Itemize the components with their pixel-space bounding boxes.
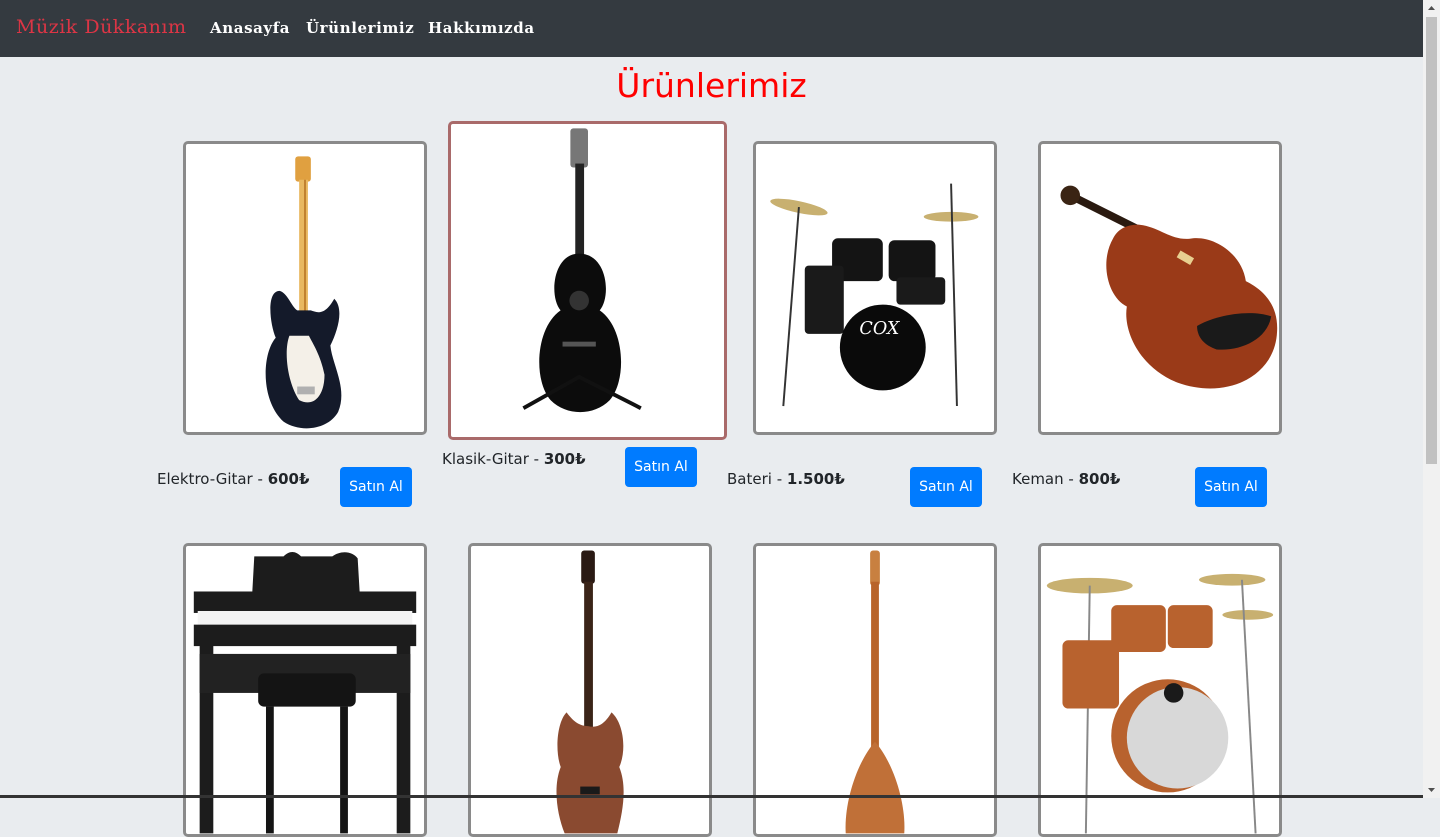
electric-guitar-image [265,156,342,429]
page-title: Ürünlerimiz [616,66,807,105]
maple-drum-set-image [1046,573,1274,834]
buy-button-drum-set[interactable]: Satın Al [910,467,982,507]
product-name-electric-guitar: Elektro-Gitar - 600₺ [157,470,310,488]
nav-link-about[interactable]: Hakkımızda [428,19,535,37]
scroll-down-arrow-icon[interactable] [1423,781,1440,798]
nav-link-products[interactable]: Ürünlerimiz [306,19,414,37]
navbar: Müzik Dükkanım Anasayfa Ürünlerimiz Hakk… [0,0,1423,57]
drum-set-image: COX [770,183,979,407]
product-name-drum-set: Bateri - 1.500₺ [727,470,845,488]
product-image-electric-guitar [183,141,427,435]
product-image-classical-guitar [448,121,727,440]
product-image-baglama [753,543,997,837]
violin-image [1060,185,1278,389]
product-image-maple-drum-set [1038,543,1282,837]
buy-button-classical-guitar[interactable]: Satın Al [625,447,697,487]
product-image-drum-set: COX [753,141,997,435]
scroll-up-arrow-icon[interactable] [1423,0,1440,17]
digital-piano-image [193,551,417,834]
buy-button-violin[interactable]: Satın Al [1195,467,1267,507]
svg-text:COX: COX [859,319,901,339]
bass-guitar-image [556,550,624,834]
scrollbar[interactable] [1423,0,1440,798]
nav-link-home[interactable]: Anasayfa [210,19,290,37]
brand-link[interactable]: Müzik Dükkanım [16,16,187,38]
buy-button-electric-guitar[interactable]: Satın Al [340,467,412,507]
baglama-image [845,550,905,834]
scrollbar-thumb[interactable] [1426,17,1437,464]
product-name-classical-guitar: Klasik-Gitar - 300₺ [442,450,586,468]
product-image-bass-guitar [468,543,712,837]
classical-guitar-image [522,128,642,413]
product-image-violin [1038,141,1282,435]
product-name-violin: Keman - 800₺ [1012,470,1121,488]
product-image-digital-piano [183,543,427,837]
